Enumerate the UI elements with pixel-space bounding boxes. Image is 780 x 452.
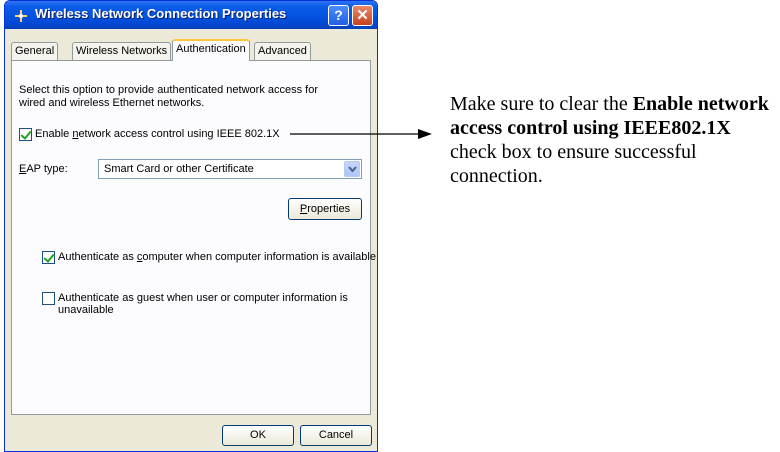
properties-button[interactable]: Properties bbox=[288, 198, 362, 220]
properties-dialog: Wireless Network Connection Properties ?… bbox=[4, 0, 378, 452]
auth-guest-label[interactable]: Authenticate as guest when user or compu… bbox=[58, 292, 348, 304]
cancel-button[interactable]: Cancel bbox=[300, 425, 372, 446]
tab-authentication[interactable]: Authentication bbox=[172, 39, 250, 61]
tab-wireless-networks[interactable]: Wireless Networks bbox=[72, 42, 172, 60]
tab-general[interactable]: General bbox=[11, 42, 59, 60]
description-line-1: Select this option to provide authentica… bbox=[19, 84, 319, 96]
eap-type-select[interactable]: Smart Card or other Certificate bbox=[98, 159, 362, 179]
tab-advanced[interactable]: Advanced bbox=[254, 42, 311, 60]
authentication-panel: Select this option to provide authentica… bbox=[11, 60, 376, 415]
ok-button[interactable]: OK bbox=[222, 425, 294, 446]
network-connection-icon bbox=[15, 10, 27, 22]
tab-strip: General Wireless Networks Authentication… bbox=[5, 39, 377, 61]
enable-8021x-checkbox[interactable] bbox=[19, 128, 32, 141]
auth-guest-checkbox[interactable] bbox=[42, 292, 55, 305]
eap-type-value: Smart Card or other Certificate bbox=[104, 163, 254, 175]
description-line-2: wired and wireless Ethernet networks. bbox=[19, 97, 205, 109]
eap-type-label: EAP type: bbox=[19, 163, 68, 175]
enable-8021x-label[interactable]: Enable network access control using IEEE… bbox=[35, 128, 280, 140]
annotation-text: Make sure to clear the Enable network ac… bbox=[450, 93, 769, 187]
window-title: Wireless Network Connection Properties bbox=[35, 6, 287, 21]
auth-computer-checkbox[interactable] bbox=[42, 251, 55, 264]
auth-guest-label-line-2[interactable]: unavailable bbox=[58, 304, 114, 316]
close-button[interactable]: ✕ bbox=[352, 5, 373, 26]
annotation-arrow bbox=[290, 129, 432, 139]
auth-computer-label[interactable]: Authenticate as computer when computer i… bbox=[58, 251, 376, 263]
title-bar[interactable]: Wireless Network Connection Properties ?… bbox=[5, 1, 377, 29]
help-button[interactable]: ? bbox=[328, 5, 349, 26]
chevron-down-icon[interactable] bbox=[344, 161, 360, 177]
